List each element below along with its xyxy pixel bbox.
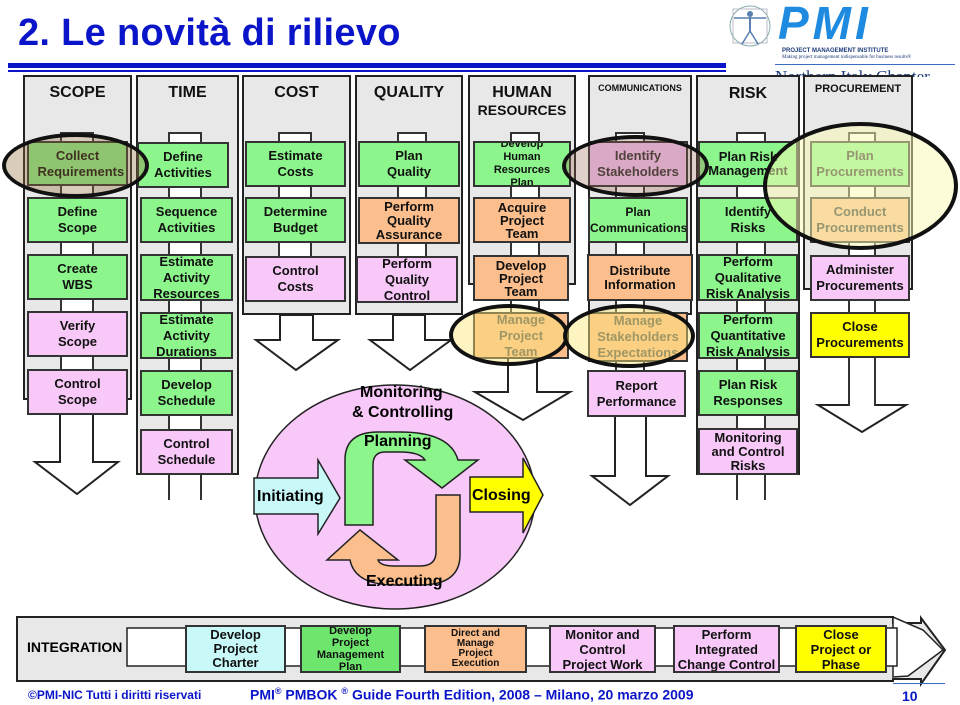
process-control-scope[interactable]: Control Scope [27, 369, 128, 415]
cycle-label-monitoring-2: & Controlling [352, 404, 454, 421]
process-determine-budget[interactable]: Determine Budget [245, 197, 346, 243]
process-identify-risks[interactable]: Identify Risks [698, 197, 798, 243]
process-distribute-information[interactable]: Distribute Information [587, 254, 693, 301]
process-perform-quality-control[interactable]: Perform Quality Control [356, 256, 458, 303]
process-plan-risk-responses[interactable]: Plan Risk Responses [698, 370, 798, 416]
process-manage-project-team[interactable]: Manage Project Team [473, 312, 569, 359]
arrow-down-quality [367, 314, 455, 372]
pmi-tagline: Making project management indispensable … [782, 55, 912, 60]
process-close-procurements[interactable]: Close Procurements [810, 312, 910, 358]
process-control-costs[interactable]: Control Costs [245, 256, 346, 302]
process-identify-stakeholders[interactable]: Identify Stakeholders [588, 141, 688, 187]
connector [848, 358, 876, 406]
integration-develop-pm-plan[interactable]: Develop Project Management Plan [300, 625, 401, 673]
integration-arrow-head [892, 615, 945, 678]
page-number: 10 [902, 688, 918, 704]
title-underline [8, 63, 726, 68]
arrow-down-hr [471, 349, 574, 422]
executing-arrow [325, 494, 461, 586]
process-develop-human-resources-plan[interactable]: Develop Human Resources Plan [473, 141, 571, 187]
process-collect-requirements[interactable]: Collect Requirements [27, 141, 128, 186]
logo-rule [775, 64, 955, 65]
process-report-performance[interactable]: Report Performance [587, 370, 686, 417]
process-sequence-activities[interactable]: Sequence Activities [140, 197, 233, 243]
integration-label: INTEGRATION [27, 639, 123, 655]
process-plan-quality[interactable]: Plan Quality [358, 141, 460, 187]
process-develop-schedule[interactable]: Develop Schedule [140, 370, 233, 416]
ka-header: TIME [168, 84, 207, 101]
process-plan-communications[interactable]: Plan Communications [588, 197, 688, 243]
ka-header: COST [274, 84, 319, 101]
connector [736, 475, 766, 500]
cycle-label-closing: Closing [472, 487, 531, 504]
footer-copyright: ©PMI-NIC Tutti i diritti riservati [28, 688, 202, 702]
slide-title: 2. Le novità di rilievo [18, 12, 401, 54]
process-manage-stakeholders-expectations[interactable]: Manage Stakeholders Expectations [588, 312, 688, 362]
process-plan-procurements[interactable]: Plan Procurements [810, 141, 910, 187]
process-define-scope[interactable]: Define Scope [27, 197, 128, 243]
process-perform-quantitative-risk-analysis[interactable]: Perform Quantitative Risk Analysis [698, 312, 798, 359]
arrow-down-cost [253, 314, 342, 372]
process-perform-qualitative-risk-analysis[interactable]: Perform Qualitative Risk Analysis [698, 254, 798, 301]
title-underline-thin [8, 70, 726, 72]
process-monitoring-and-control-risks[interactable]: Monitoring and Control Risks [698, 428, 798, 475]
ka-header: SCOPE [49, 84, 106, 101]
ka-header: RISK [728, 85, 768, 102]
arrow-down-comm [589, 414, 671, 507]
integration-close-project-or-phase[interactable]: Close Project or Phase [795, 625, 887, 673]
process-define-activities[interactable]: Define Activities [137, 142, 229, 188]
process-acquire-project-team[interactable]: Acquire Project Team [473, 197, 571, 243]
process-perform-quality-assurance[interactable]: Perform Quality Assurance [358, 197, 460, 244]
process-create-wbs[interactable]: Create WBS [27, 254, 128, 300]
ka-header: COMMUNICATIONS [598, 83, 682, 93]
footer-rule [893, 683, 945, 684]
connector [168, 475, 202, 500]
ka-header: QUALITY [373, 84, 445, 101]
ka-header-line1: HUMAN [492, 84, 552, 101]
footer-source: PMI® PMBOK ® Guide Fourth Edition, 2008 … [250, 686, 694, 703]
integration-monitor-control-work[interactable]: Monitor and Control Project Work [549, 625, 656, 673]
integration-perform-integrated-change-control[interactable]: Perform Integrated Change Control [673, 625, 780, 673]
cycle-label-executing: Executing [366, 573, 443, 590]
integration-develop-project-charter[interactable]: Develop Project Charter [185, 625, 286, 673]
pmi-institute: PROJECT MANAGEMENT INSTITUTE [782, 48, 889, 54]
pmi-wordmark: PMI [778, 0, 872, 49]
process-develop-project-team[interactable]: Develop Project Team [473, 255, 569, 301]
process-plan-risk-management[interactable]: Plan Risk Management [698, 141, 798, 187]
process-administer-procurements[interactable]: Administer Procurements [810, 255, 910, 301]
process-verify-scope[interactable]: Verify Scope [27, 311, 128, 357]
connector [168, 416, 202, 430]
cycle-label-initiating: Initiating [257, 488, 324, 505]
cycle-label-monitoring: Monitoring [360, 384, 443, 401]
process-estimate-costs[interactable]: Estimate Costs [245, 141, 346, 187]
integration-direct-manage-execution[interactable]: Direct and Manage Project Execution [424, 625, 527, 673]
process-estimate-activity-durations[interactable]: Estimate Activity Durations [140, 312, 233, 359]
process-estimate-activity-resources[interactable]: Estimate Activity Resources [140, 254, 233, 301]
process-control-schedule[interactable]: Control Schedule [140, 429, 233, 475]
ka-header: PROCUREMENT [814, 83, 902, 95]
cycle-label-planning: Planning [364, 433, 432, 450]
ka-header-line2: RESOURCES [477, 102, 567, 118]
process-conduct-procurements[interactable]: Conduct Procurements [810, 197, 910, 243]
vitruvian-man-icon [729, 5, 771, 47]
